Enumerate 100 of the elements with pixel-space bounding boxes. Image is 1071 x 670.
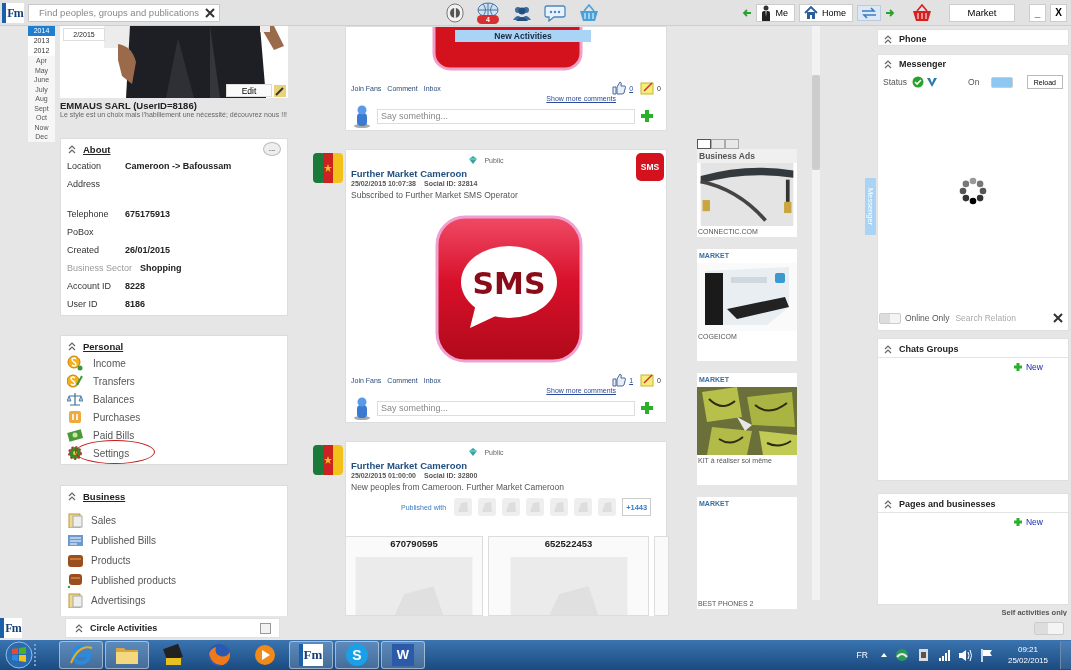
language-indicator[interactable]: FR [856, 650, 868, 660]
people-icon[interactable] [512, 4, 532, 21]
clipboard-icon[interactable] [67, 512, 83, 528]
scrollbar[interactable] [812, 26, 820, 600]
coin-icon[interactable] [67, 355, 83, 371]
toggle-switch[interactable] [1034, 621, 1064, 635]
more-button[interactable]: ... [263, 142, 281, 156]
clear-icon[interactable] [1053, 313, 1063, 323]
panel-title[interactable]: Circle Activities [90, 623, 158, 633]
collapse-icon[interactable] [883, 59, 893, 69]
thumbs-up-icon[interactable] [612, 373, 627, 387]
coin-icon[interactable] [446, 2, 464, 23]
new-activities-banner[interactable]: New Activities [455, 30, 591, 42]
panel-title[interactable]: Pages and businesses [899, 498, 996, 509]
new-button[interactable]: New [1013, 362, 1043, 372]
contact-card[interactable]: 670790595 [345, 536, 483, 616]
note-icon[interactable] [640, 373, 655, 387]
basket-icon[interactable] [578, 3, 600, 22]
clock[interactable]: 09:21 25/02/2015 [1007, 644, 1048, 666]
collapse-icon[interactable] [67, 491, 77, 501]
sync-button[interactable] [857, 4, 881, 21]
menu-item[interactable]: Sales [91, 514, 116, 526]
new-button[interactable]: New [1013, 517, 1043, 527]
comment-field[interactable]: Say something... [377, 108, 635, 124]
basket-icon[interactable] [911, 3, 933, 22]
author-link[interactable]: Further Market Cameroon [351, 168, 468, 179]
close-button[interactable]: X [1050, 3, 1067, 22]
menu-item[interactable]: Purchases [93, 411, 141, 423]
collapse-icon[interactable] [67, 144, 77, 154]
plus-icon[interactable] [639, 400, 655, 416]
toggle-switch[interactable] [991, 76, 1014, 88]
me-button[interactable]: Me [756, 3, 795, 22]
sms-logo: SMS [434, 214, 584, 364]
thumbs-up-icon[interactable] [612, 81, 627, 95]
menu-item[interactable]: Paid Bills [93, 429, 135, 441]
collapse-icon[interactable] [74, 623, 84, 633]
panel-title[interactable]: Messenger [899, 59, 947, 69]
taskbar-button[interactable]: W [381, 641, 425, 669]
plus-icon [1013, 517, 1023, 527]
search-field[interactable]: Find peoples, groups and publications [28, 3, 220, 22]
market-button[interactable]: Market [949, 3, 1015, 22]
collapse-icon[interactable] [883, 498, 893, 509]
clipboard-icon[interactable] [67, 592, 83, 608]
bill-icon[interactable] [67, 532, 83, 548]
tab[interactable] [697, 139, 711, 149]
collapse-icon[interactable] [67, 341, 77, 351]
plus-icon[interactable] [639, 108, 655, 124]
signal-icon[interactable] [937, 648, 952, 662]
briefcase-icon[interactable] [67, 572, 83, 588]
menu-item[interactable]: Published products [91, 574, 177, 586]
checkbox[interactable] [260, 622, 271, 634]
panel-title[interactable]: Personal [83, 340, 124, 352]
briefcase-icon[interactable] [67, 552, 83, 568]
flag-icon [312, 444, 344, 476]
menu-item[interactable]: Products [91, 554, 131, 566]
app-logo[interactable]: Fm [0, 618, 22, 638]
shopping-bag-icon[interactable] [67, 409, 83, 425]
panel-title[interactable]: Business [83, 490, 126, 502]
contact-card[interactable]: 652522453 [488, 536, 649, 616]
menu-item[interactable]: Advertisings [91, 594, 146, 606]
panel-title[interactable]: Phone [899, 34, 927, 44]
home-button[interactable]: Home [799, 3, 853, 22]
toggle-label: On [968, 77, 980, 87]
caret-icon[interactable] [879, 651, 888, 659]
clear-icon[interactable] [205, 7, 215, 18]
menu-item[interactable]: Transfers [93, 375, 135, 387]
money-icon[interactable] [67, 427, 83, 443]
scale-icon[interactable] [67, 391, 83, 407]
menu-item[interactable]: Published Bills [91, 534, 157, 546]
coin-icon[interactable] [67, 373, 83, 389]
start-button[interactable] [4, 641, 34, 669]
panel-title[interactable]: Chats Groups [899, 343, 959, 354]
gear-icon[interactable] [67, 445, 83, 461]
author-link[interactable]: Further Market Cameroon [351, 460, 468, 471]
status-label: Status [883, 77, 908, 87]
plus-icon [1013, 362, 1023, 372]
menu-item[interactable]: Settings [93, 447, 130, 459]
cards-icon [160, 642, 186, 668]
app-logo[interactable]: Fm [2, 2, 24, 23]
show-desktop-button[interactable] [1060, 641, 1071, 669]
chat-icon[interactable] [544, 3, 566, 22]
taskbar-button[interactable]: Fm [289, 641, 333, 669]
comment-field[interactable]: Say something... [377, 400, 635, 416]
menu-item[interactable]: Balances [93, 393, 135, 405]
minimize-button[interactable]: _ [1029, 3, 1046, 22]
flag-icon[interactable] [979, 647, 994, 663]
person-icon [761, 4, 772, 21]
sms-badge: SMS [636, 153, 664, 181]
play-icon [252, 642, 278, 668]
toggle-switch[interactable] [879, 312, 901, 324]
scrollbar-thumb[interactable] [812, 75, 820, 170]
edit-button[interactable]: Edit [226, 84, 272, 97]
user-icon [351, 396, 373, 420]
collapse-icon[interactable] [883, 34, 893, 44]
note-icon[interactable] [640, 81, 655, 95]
collapse-icon[interactable] [883, 343, 893, 354]
panel-title[interactable]: About [83, 143, 111, 155]
volume-icon[interactable] [957, 647, 974, 663]
menu-item[interactable]: Income [93, 357, 126, 369]
network-icon[interactable] [893, 647, 910, 663]
